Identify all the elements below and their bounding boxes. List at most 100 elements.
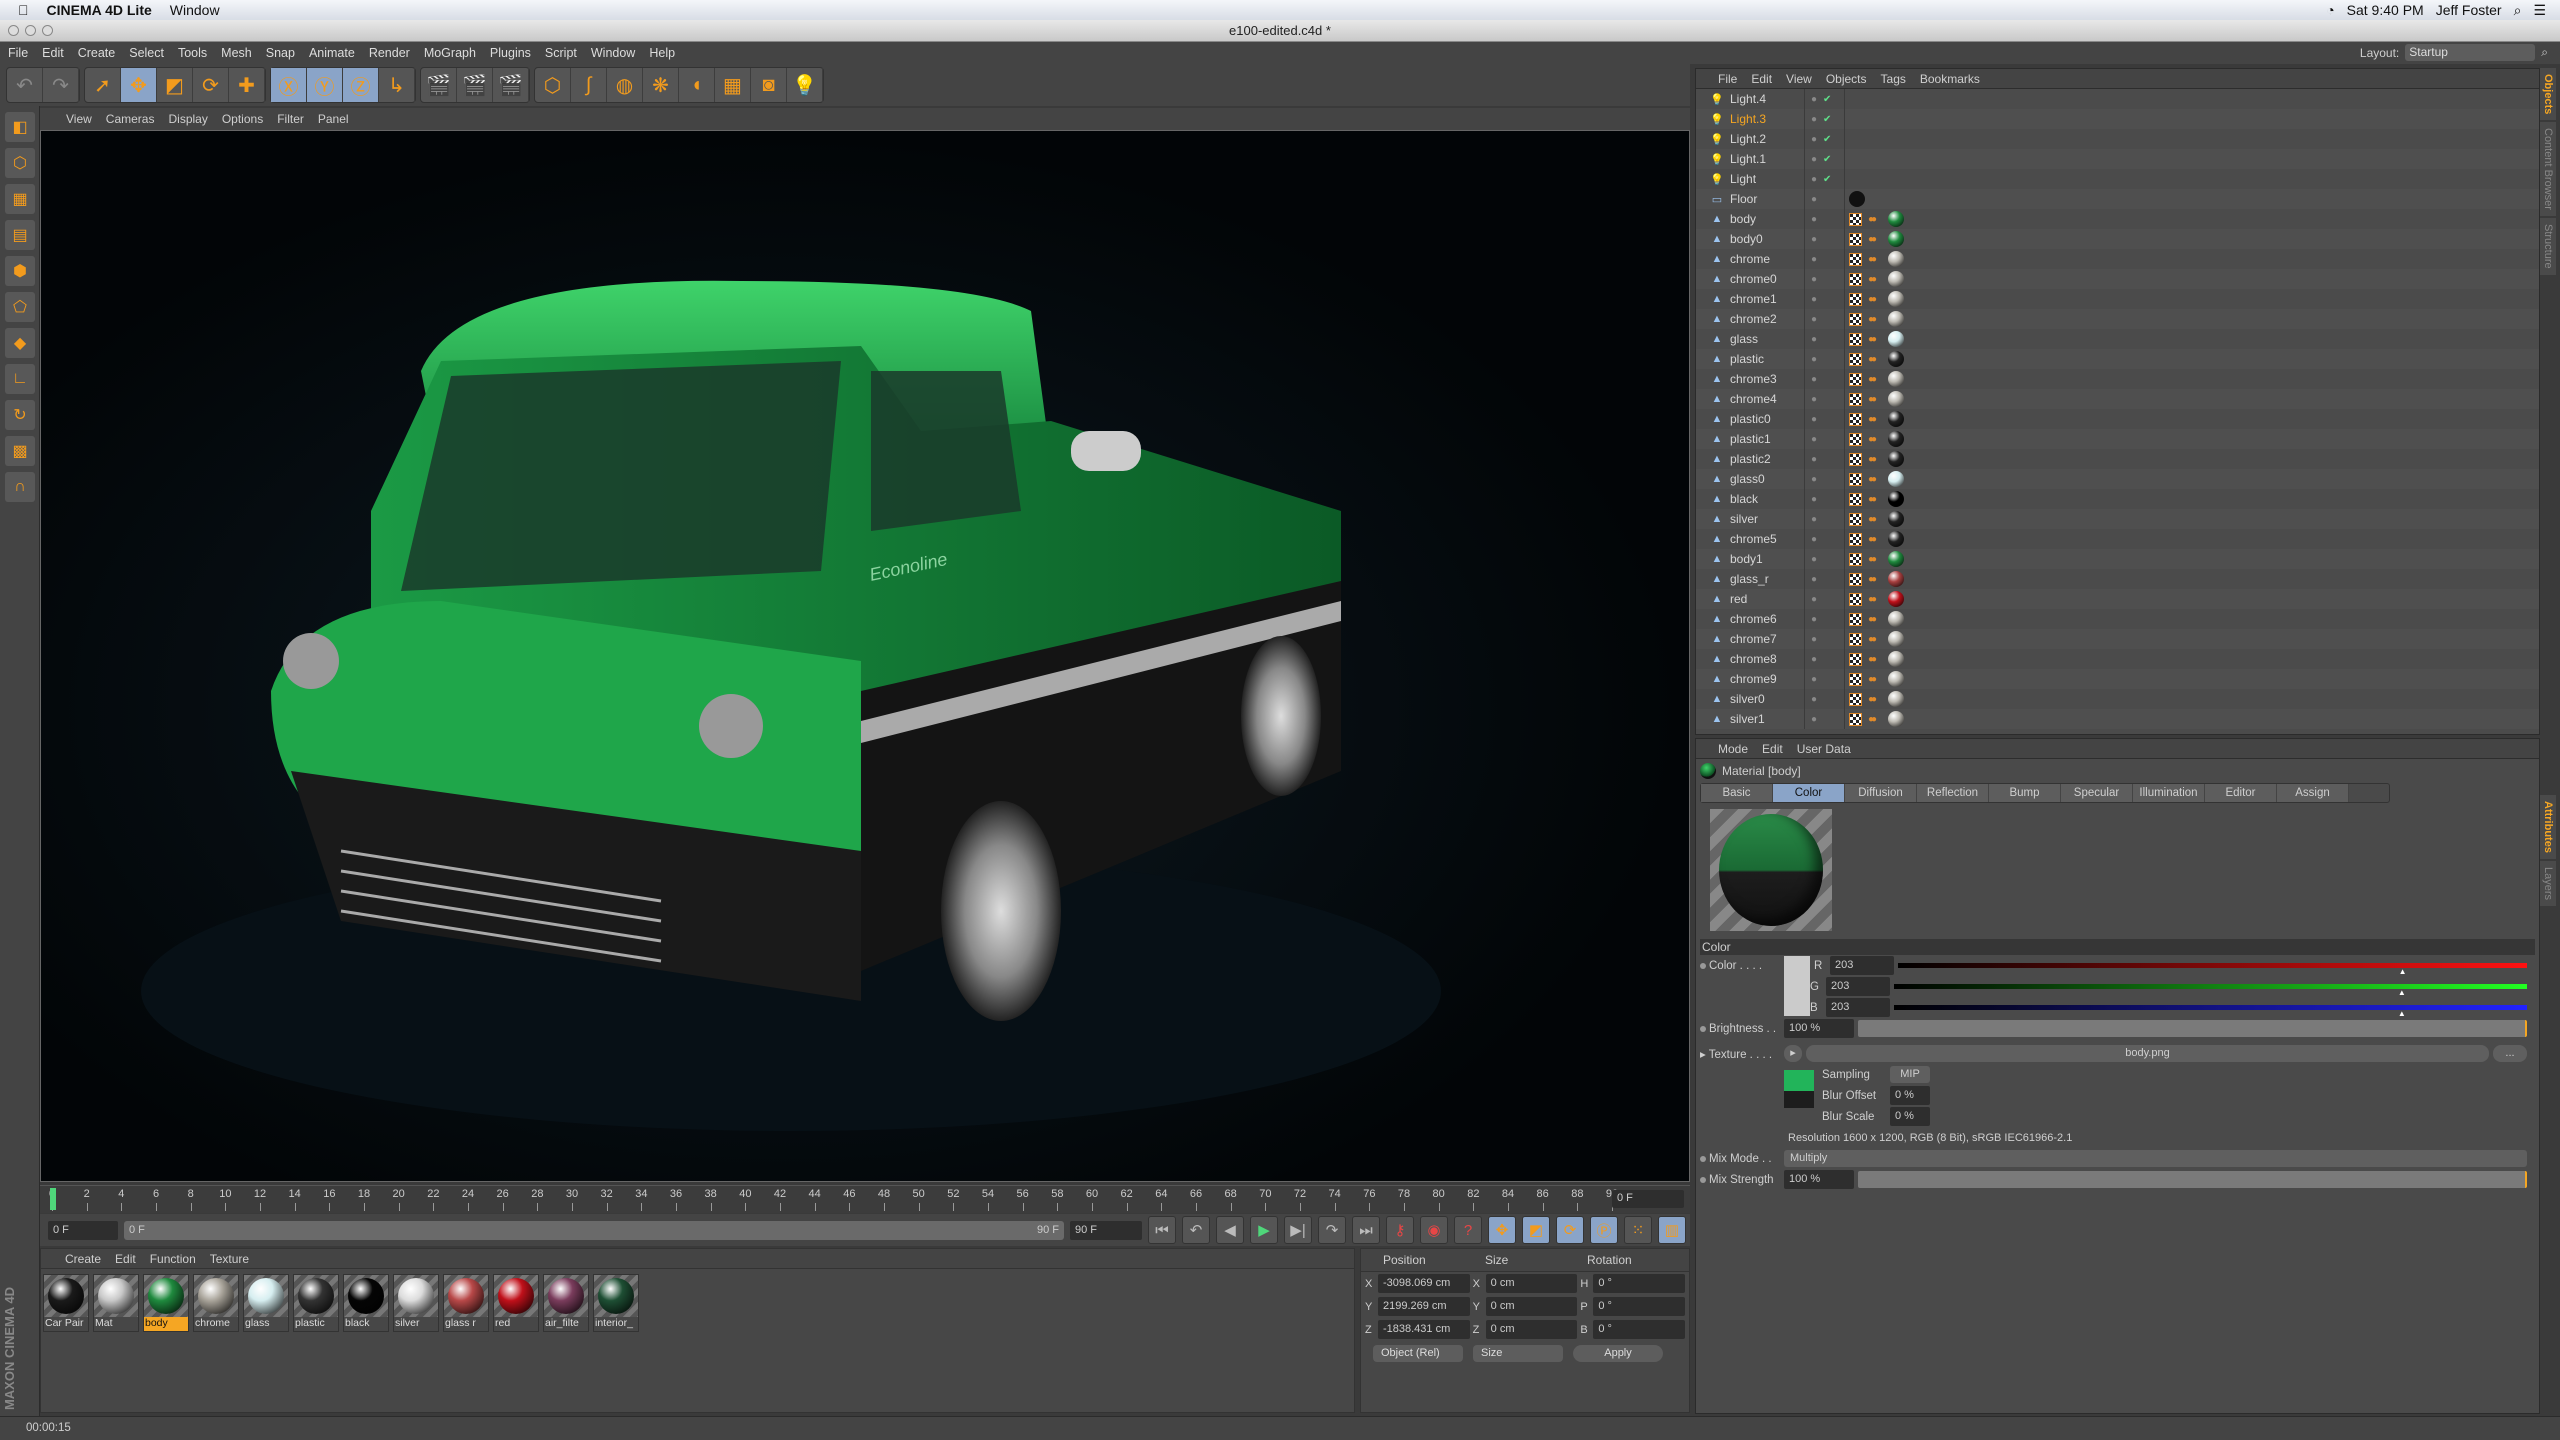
object-name[interactable]: chrome3 xyxy=(1724,372,1804,386)
record-position-icon[interactable]: ✥ xyxy=(1488,1216,1516,1244)
material-swatch[interactable]: Car Pair xyxy=(43,1274,89,1332)
material-tag-icon[interactable] xyxy=(1888,251,1904,267)
menu-mograph[interactable]: MoGraph xyxy=(424,46,476,60)
object-row[interactable]: ▲ glass0 ● ●● xyxy=(1696,469,2539,489)
g-slider[interactable]: ▲ xyxy=(1894,984,2527,997)
object-row[interactable]: ▲ chrome0 ● ●● xyxy=(1696,269,2539,289)
phong-tag-icon[interactable]: ●● xyxy=(1868,214,1882,225)
array-icon[interactable]: ❋ xyxy=(643,68,679,102)
slider-handle-icon[interactable]: ▲ xyxy=(2398,988,2406,997)
material-swatch[interactable]: air_filte xyxy=(543,1274,589,1332)
object-name[interactable]: body0 xyxy=(1724,232,1804,246)
position-field[interactable]: -3098.069 cm xyxy=(1377,1274,1470,1293)
menu-snap[interactable]: Snap xyxy=(266,46,295,60)
object-row[interactable]: ▲ body0 ● ●● xyxy=(1696,229,2539,249)
texture-tag-icon[interactable] xyxy=(1849,712,1862,726)
viewport-menu-filter[interactable]: Filter xyxy=(277,112,304,126)
viewport-menu-cameras[interactable]: Cameras xyxy=(106,112,155,126)
axis-mode-icon[interactable]: ∟ xyxy=(5,364,35,394)
visibility-toggles[interactable]: ● xyxy=(1804,269,1844,289)
slider-handle-icon[interactable]: ▲ xyxy=(2398,1009,2406,1018)
close-window-button[interactable] xyxy=(8,25,19,36)
mix-strength-field[interactable]: 100 % xyxy=(1784,1170,1854,1189)
edges-mode-icon[interactable]: ⬠ xyxy=(5,292,35,322)
texture-tag-icon[interactable] xyxy=(1849,212,1862,226)
phong-tag-icon[interactable]: ●● xyxy=(1868,274,1882,285)
material-menu-texture[interactable]: Texture xyxy=(210,1252,249,1266)
object-name[interactable]: black xyxy=(1724,492,1804,506)
visibility-dot-icon[interactable]: ● xyxy=(1811,554,1817,565)
texture-tag-icon[interactable] xyxy=(1849,592,1862,606)
texture-tag-icon[interactable] xyxy=(1849,232,1862,246)
visibility-dot-icon[interactable]: ● xyxy=(1811,394,1817,405)
texture-tag-icon[interactable] xyxy=(1849,492,1862,506)
material-tag-icon[interactable] xyxy=(1888,211,1904,227)
object-row[interactable]: ▲ glass_r ● ●● xyxy=(1696,569,2539,589)
render-view-icon[interactable]: 🎬 xyxy=(421,68,457,102)
texture-tag-icon[interactable] xyxy=(1849,432,1862,446)
brightness-field[interactable]: 100 % xyxy=(1784,1019,1854,1038)
display-tag-icon[interactable] xyxy=(1849,191,1865,207)
visibility-dot-icon[interactable]: ● xyxy=(1811,534,1817,545)
visibility-toggles[interactable]: ● xyxy=(1804,229,1844,249)
rotation-field[interactable]: 0 ° xyxy=(1593,1320,1686,1339)
texture-tag-icon[interactable] xyxy=(1849,292,1862,306)
g-field[interactable]: 203 xyxy=(1826,977,1890,996)
phong-tag-icon[interactable]: ●● xyxy=(1868,694,1882,705)
menu-window[interactable]: Window xyxy=(591,46,635,60)
coordinate-mode-dropdown[interactable]: Object (Rel) xyxy=(1373,1345,1463,1362)
render-picture-viewer-icon[interactable]: 🎬 xyxy=(457,68,493,102)
object-name[interactable]: glass_r xyxy=(1724,572,1804,586)
viewport-menu-panel[interactable]: Panel xyxy=(318,112,349,126)
visibility-toggles[interactable]: ● xyxy=(1804,449,1844,469)
visibility-dot-icon[interactable]: ● xyxy=(1811,614,1817,625)
visibility-dot-icon[interactable]: ● xyxy=(1811,494,1817,505)
wifi-icon[interactable]: ◔ xyxy=(2326,2,2334,18)
material-swatch[interactable]: chrome xyxy=(193,1274,239,1332)
viewport-menu-display[interactable]: Display xyxy=(168,112,207,126)
sampling-dropdown[interactable]: MIP xyxy=(1890,1066,1930,1083)
material-swatch[interactable]: glass xyxy=(243,1274,289,1332)
visibility-toggles[interactable]: ● xyxy=(1804,329,1844,349)
enabled-check-icon[interactable]: ✔ xyxy=(1823,134,1831,145)
object-row[interactable]: ▲ plastic0 ● ●● xyxy=(1696,409,2539,429)
viewport-menu-view[interactable]: View xyxy=(66,112,92,126)
coordinate-system-icon[interactable]: ↳ xyxy=(379,68,415,102)
go-to-start-icon[interactable]: ⏮ xyxy=(1148,1216,1176,1244)
object-name[interactable]: glass xyxy=(1724,332,1804,346)
record-scale-icon[interactable]: ◩ xyxy=(1522,1216,1550,1244)
object-menu-file[interactable]: File xyxy=(1718,72,1737,86)
end-frame-field[interactable]: 90 F xyxy=(1070,1220,1142,1240)
object-name[interactable]: Light.4 xyxy=(1724,92,1804,106)
model-mode-icon[interactable]: ⬡ xyxy=(5,148,35,178)
spotlight-icon[interactable]: ⌕ xyxy=(2514,2,2522,19)
visibility-dot-icon[interactable]: ● xyxy=(1811,434,1817,445)
texture-browse-button[interactable]: ... xyxy=(2493,1045,2527,1062)
current-frame-field[interactable]: 0 F xyxy=(1612,1190,1684,1208)
visibility-toggles[interactable]: ● xyxy=(1804,209,1844,229)
tab-editor[interactable]: Editor xyxy=(2205,784,2277,802)
visibility-dot-icon[interactable]: ● xyxy=(1811,634,1817,645)
position-field[interactable]: -1838.431 cm xyxy=(1377,1320,1470,1339)
r-field[interactable]: 203 xyxy=(1830,956,1894,975)
enabled-check-icon[interactable]: ✔ xyxy=(1823,94,1831,105)
object-name[interactable]: chrome1 xyxy=(1724,292,1804,306)
material-tag-icon[interactable] xyxy=(1888,591,1904,607)
visibility-dot-icon[interactable]: ● xyxy=(1811,574,1817,585)
object-menu-view[interactable]: View xyxy=(1786,72,1812,86)
move-icon[interactable]: ✥ xyxy=(121,68,157,102)
size-field[interactable]: 0 cm xyxy=(1485,1274,1578,1293)
visibility-dot-icon[interactable]: ● xyxy=(1811,174,1817,185)
material-tag-icon[interactable] xyxy=(1888,511,1904,527)
phong-tag-icon[interactable]: ●● xyxy=(1868,714,1882,725)
material-menu-function[interactable]: Function xyxy=(150,1252,196,1266)
attribute-menu-user-data[interactable]: User Data xyxy=(1797,742,1851,756)
material-swatch[interactable]: interior_ xyxy=(593,1274,639,1332)
y-axis-icon[interactable]: Ⓨ xyxy=(307,68,343,102)
object-name[interactable]: plastic1 xyxy=(1724,432,1804,446)
add-icon[interactable]: ✚ xyxy=(229,68,265,102)
undo-icon[interactable]: ↶ xyxy=(7,68,43,102)
phong-tag-icon[interactable]: ●● xyxy=(1868,294,1882,305)
size-field[interactable]: 0 cm xyxy=(1485,1320,1578,1339)
object-row[interactable]: 💡 Light.1 ● ✔ xyxy=(1696,149,2539,169)
